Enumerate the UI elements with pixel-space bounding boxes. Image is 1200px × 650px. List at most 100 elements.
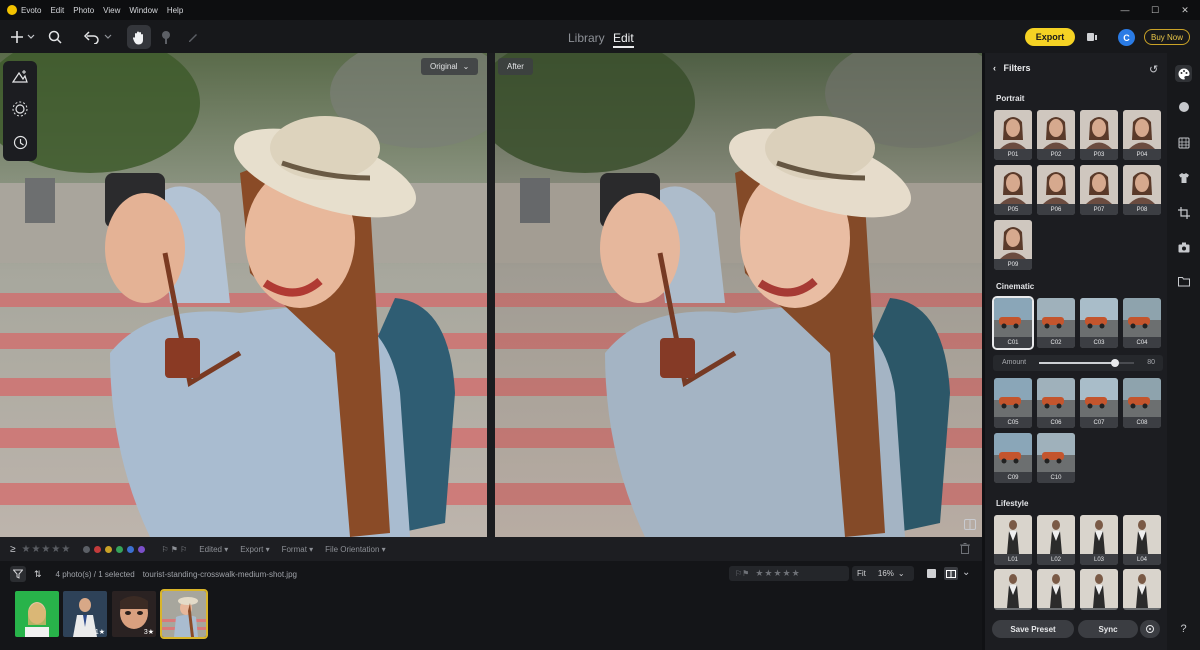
preset-c08[interactable]: C08 xyxy=(1123,378,1161,428)
preset-p05[interactable]: P05 xyxy=(994,165,1032,215)
preset-l03[interactable]: L03 xyxy=(1080,515,1118,565)
file-orientation-menu[interactable]: File Orientation ▾ xyxy=(325,545,385,554)
close-button[interactable]: ✕ xyxy=(1170,0,1200,20)
undo-button[interactable] xyxy=(82,27,114,47)
menu-evoto[interactable]: Evoto xyxy=(21,6,41,15)
maximize-button[interactable]: ☐ xyxy=(1140,0,1170,20)
preset-lifestyle-7[interactable] xyxy=(1080,569,1118,610)
zoom-value[interactable]: 16% xyxy=(878,569,894,578)
star-rating[interactable]: ★★★★★ xyxy=(22,544,72,555)
preset-c03[interactable]: C03 xyxy=(1080,298,1118,348)
reset-icon[interactable]: ↺ xyxy=(1149,63,1158,76)
preset-c01[interactable]: C01 xyxy=(992,296,1034,350)
history-icon[interactable] xyxy=(13,135,28,153)
preset-p09[interactable]: P09 xyxy=(994,220,1032,270)
preset-p08[interactable]: P08 xyxy=(1123,165,1161,215)
menu-view[interactable]: View xyxy=(103,6,120,15)
preset-lifestyle-5[interactable] xyxy=(994,569,1032,610)
device-button[interactable] xyxy=(1085,27,1099,47)
export-button[interactable]: Export xyxy=(1025,28,1075,46)
camera-icon[interactable] xyxy=(1175,239,1192,256)
preset-p06[interactable]: P06 xyxy=(1037,165,1075,215)
preset-p04[interactable]: P04 xyxy=(1123,110,1161,160)
thumbnail-tourist-crosswalk[interactable] xyxy=(160,589,208,639)
format-menu[interactable]: Format ▾ xyxy=(282,545,314,554)
sync-settings-button[interactable] xyxy=(1140,620,1160,638)
single-view-icon[interactable] xyxy=(927,569,936,578)
original-photo[interactable] xyxy=(0,53,487,537)
search-button[interactable] xyxy=(46,27,64,47)
edited-menu[interactable]: Edited ▾ xyxy=(199,545,228,554)
brush-tool-button[interactable] xyxy=(159,27,173,47)
preset-l04[interactable]: L04 xyxy=(1123,515,1161,565)
preset-lifestyle-6[interactable] xyxy=(1037,569,1075,610)
amount-slider[interactable] xyxy=(1039,359,1134,367)
chevron-down-icon[interactable]: ⌄ xyxy=(962,567,970,578)
shirt-icon[interactable] xyxy=(1175,169,1192,186)
thumbnail-green-screen[interactable] xyxy=(15,591,59,637)
menu-window[interactable]: Window xyxy=(129,6,157,15)
filmstrip-rating-filter[interactable]: ⚐⚑ ★★★★★ xyxy=(729,566,849,581)
hand-tool-button[interactable] xyxy=(127,25,151,49)
preset-c07[interactable]: C07 xyxy=(1080,378,1118,428)
trash-icon[interactable] xyxy=(960,542,970,556)
rating-filter-icon[interactable]: ≥ xyxy=(10,544,16,555)
color-label-purple[interactable] xyxy=(138,545,146,553)
color-label-yellow[interactable] xyxy=(105,545,113,553)
layers-icon[interactable] xyxy=(1175,134,1192,151)
avatar[interactable]: C xyxy=(1118,29,1135,46)
preset-c10[interactable]: C10 xyxy=(1037,433,1075,483)
thumbnail-woman-closeup[interactable]: 3★ xyxy=(112,591,156,637)
sync-button[interactable]: Sync xyxy=(1078,620,1138,638)
menu-help[interactable]: Help xyxy=(167,6,183,15)
split-view-button[interactable] xyxy=(944,567,958,580)
color-label-red[interactable] xyxy=(94,545,102,553)
thumbnail-man-suit[interactable]: 1★ xyxy=(63,591,107,637)
preset-p07[interactable]: P07 xyxy=(1080,165,1118,215)
canvas[interactable]: Original ⌄ After xyxy=(0,53,982,537)
preset-p01[interactable]: P01 xyxy=(994,110,1032,160)
add-button[interactable] xyxy=(10,27,36,47)
zoom-control[interactable]: Fit 16% ⌄ xyxy=(852,566,914,581)
tab-edit[interactable]: Edit xyxy=(613,31,634,48)
face-icon[interactable] xyxy=(1175,98,1192,115)
color-label-blue[interactable] xyxy=(127,545,135,553)
preset-c05[interactable]: C05 xyxy=(994,378,1032,428)
help-icon[interactable]: ? xyxy=(1175,620,1192,637)
amount-slider-knob[interactable] xyxy=(1111,359,1119,367)
filter-button[interactable] xyxy=(10,566,26,582)
ai-adjust-icon[interactable] xyxy=(11,69,28,86)
preset-c02[interactable]: C02 xyxy=(1037,298,1075,348)
color-label-green[interactable] xyxy=(116,545,124,553)
flag-filter-icon[interactable]: ⚐⚑ xyxy=(735,569,749,578)
after-photo[interactable] xyxy=(495,53,982,537)
back-chevron-icon[interactable]: ‹ xyxy=(993,63,996,73)
menu-photo[interactable]: Photo xyxy=(73,6,94,15)
preset-l01[interactable]: L01 xyxy=(994,515,1032,565)
sort-icon[interactable]: ⇅ xyxy=(34,569,42,580)
buy-now-button[interactable]: Buy Now xyxy=(1144,29,1190,45)
fit-button[interactable]: Fit xyxy=(857,569,866,578)
compare-view-icon[interactable] xyxy=(964,519,976,533)
crop-icon[interactable] xyxy=(1175,204,1192,221)
preset-l02[interactable]: L02 xyxy=(1037,515,1075,565)
flag-icons[interactable]: ⚐ ⚑ ⚐ xyxy=(161,545,187,554)
export-menu[interactable]: Export ▾ xyxy=(240,545,269,554)
preset-c04[interactable]: C04 xyxy=(1123,298,1161,348)
minimize-button[interactable]: — xyxy=(1110,0,1140,20)
folder-icon[interactable] xyxy=(1175,273,1192,290)
preset-lifestyle-8[interactable] xyxy=(1123,569,1161,610)
pen-tool-button[interactable] xyxy=(186,27,200,47)
original-dropdown[interactable]: Original ⌄ xyxy=(421,58,479,75)
palette-icon[interactable] xyxy=(1175,65,1192,82)
menu-edit[interactable]: Edit xyxy=(50,6,64,15)
save-preset-button[interactable]: Save Preset xyxy=(992,620,1074,638)
color-labels[interactable] xyxy=(83,545,149,553)
tab-library[interactable]: Library xyxy=(568,31,605,45)
auto-enhance-icon[interactable] xyxy=(12,101,28,120)
preset-c09[interactable]: C09 xyxy=(994,433,1032,483)
preset-p02[interactable]: P02 xyxy=(1037,110,1075,160)
color-label-none[interactable] xyxy=(83,545,91,553)
preset-p03[interactable]: P03 xyxy=(1080,110,1118,160)
filmstrip-stars[interactable]: ★★★★★ xyxy=(755,568,800,579)
